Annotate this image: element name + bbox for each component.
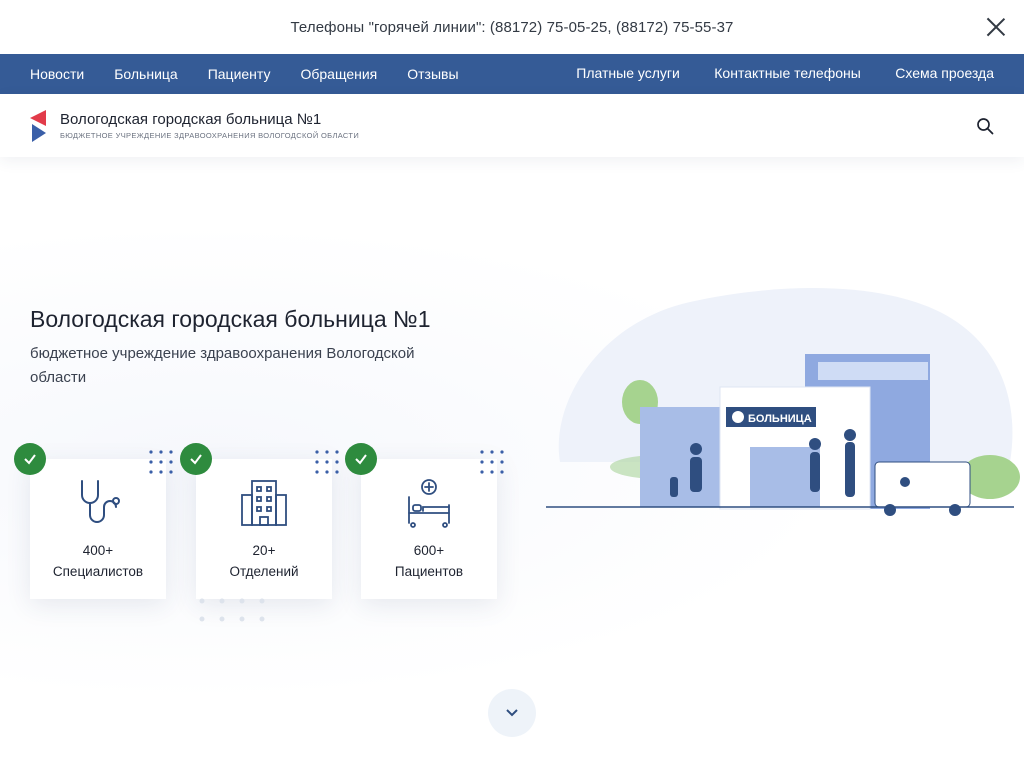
stat-card-departments: 20+ Отделений [180,443,339,599]
nav-item-patient[interactable]: Пациенту [208,66,271,82]
building-icon [241,480,287,526]
dots-decoration-icon [149,450,173,474]
check-icon [180,443,212,475]
brand-name: Вологодская городская больница №1 [60,111,322,128]
search-icon[interactable] [976,117,994,135]
nav-item-reviews[interactable]: Отзывы [407,66,458,82]
main-nav: Новости Больница Пациенту Обращения Отзы… [0,54,1024,94]
stat-value: 20+ [252,543,276,558]
stat-value: 400+ [82,543,114,558]
stethoscope-icon [81,480,120,523]
nav-item-news[interactable]: Новости [30,66,84,82]
illustration-sign-text: БОЛЬНИЦА [748,413,812,425]
site-header: Вологодская городская больница №1 бюджет… [0,94,1024,157]
hero-title: Вологодская городская больница №1 [30,306,431,332]
stat-card-patients: 600+ Пациентов [345,443,504,599]
stat-label: Отделений [229,564,299,579]
dots-decoration-icon [480,450,504,474]
nav-item-paid-services[interactable]: Платные услуги [576,65,680,81]
nav-item-appeals[interactable]: Обращения [300,66,377,82]
stat-card-specialists: 400+ Специалистов [14,443,173,599]
hotline-text: Телефоны "горячей линии": (88172) 75-05-… [290,18,734,36]
hero-section: Вологодская городская больница №1 бюджет… [0,157,1024,768]
brand-subtitle: бюджетное учреждение здравоохранения вол… [60,131,360,140]
scroll-down-button[interactable] [488,689,536,737]
nav-right-group: Платные услуги Контактные телефоны Схема… [546,65,994,83]
brand-block[interactable]: Вологодская городская больница №1 бюджет… [60,111,359,140]
close-icon[interactable] [986,17,1006,37]
chevron-down-icon [506,709,518,717]
hotline-bar: Телефоны "горячей линии": (88172) 75-05-… [0,0,1024,54]
stat-label: Пациентов [394,564,464,579]
nav-item-directions[interactable]: Схема проезда [895,65,994,81]
check-icon [345,443,377,475]
nav-item-contacts[interactable]: Контактные телефоны [714,65,861,81]
faint-dots-decoration-icon [199,598,265,622]
hospital-bed-icon [408,479,450,528]
hero-lead: бюджетное учреждение здравоохранения Вол… [30,345,415,386]
check-icon [14,443,46,475]
stat-value: 600+ [413,543,445,558]
nav-item-hospital[interactable]: Больница [114,66,178,82]
hospital-logo[interactable] [30,109,48,142]
hospital-illustration: БОЛЬНИЦА [546,288,1020,516]
dots-decoration-icon [315,450,339,474]
stat-label: Специалистов [52,564,144,579]
